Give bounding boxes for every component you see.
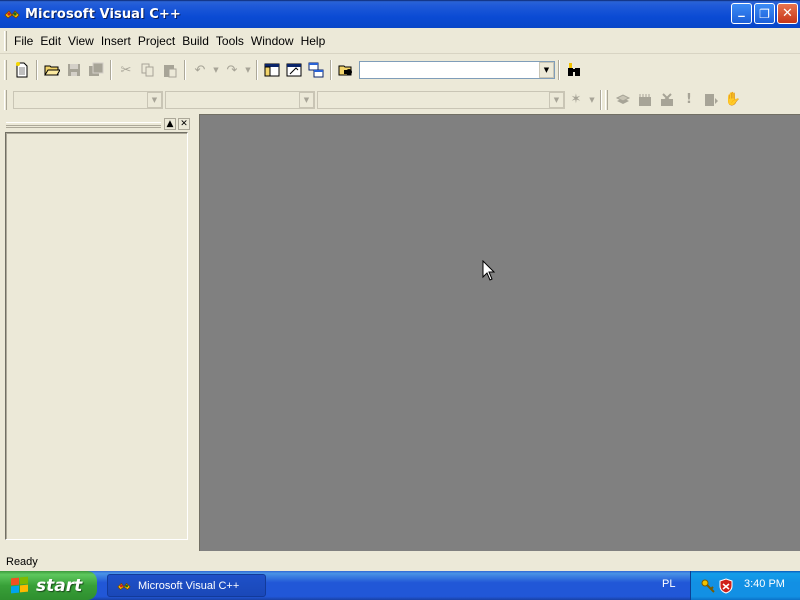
- menu-view[interactable]: View: [65, 34, 97, 48]
- find-combo-dropdown[interactable]: ▼: [539, 62, 554, 78]
- network-keys-icon[interactable]: [700, 578, 716, 594]
- visual-cpp-app-icon[interactable]: [4, 6, 20, 22]
- new-text-file-icon[interactable]: [11, 59, 33, 81]
- breakpoint-hand-icon[interactable]: ✋: [722, 89, 744, 111]
- title-bar[interactable]: Microsoft Visual C++ _ ❐ ✕: [0, 0, 800, 28]
- toolbar-separator: [330, 60, 332, 80]
- toolbar-separator: [256, 60, 258, 80]
- toolbar-separator: [110, 60, 112, 80]
- window-title: Microsoft Visual C++: [25, 6, 181, 22]
- menu-window[interactable]: Window: [248, 34, 297, 48]
- visual-cpp-app-icon: [116, 579, 132, 593]
- chevron-up-icon: ▲: [166, 118, 174, 129]
- paste-icon[interactable]: [159, 59, 181, 81]
- security-shield-icon[interactable]: [718, 578, 734, 594]
- toolbar-grip[interactable]: [4, 60, 7, 80]
- chevron-down-icon: ▼: [553, 95, 560, 104]
- cut-icon[interactable]: ✂: [115, 59, 137, 81]
- menu-bar: File Edit View Insert Project Build Tool…: [0, 28, 800, 54]
- wizard-wand-icon[interactable]: ✶: [565, 89, 587, 111]
- go-icon[interactable]: [700, 89, 722, 111]
- find-in-files-icon[interactable]: [335, 59, 357, 81]
- taskbar: start Microsoft Visual C++ PL 3:40 PM: [0, 571, 800, 600]
- status-text: Ready: [6, 556, 38, 568]
- workspace-pane-grip[interactable]: [6, 122, 161, 128]
- windows-flag-icon: [10, 576, 30, 595]
- save-all-icon[interactable]: [85, 59, 107, 81]
- start-label: start: [36, 575, 83, 596]
- language-indicator[interactable]: PL: [662, 578, 675, 590]
- restore-button[interactable]: ❐: [754, 3, 775, 24]
- minimize-button[interactable]: _: [731, 3, 752, 24]
- workspace-maximize-button[interactable]: ▲: [164, 118, 176, 130]
- toolbar-separator: [184, 60, 186, 80]
- menu-build[interactable]: Build: [179, 34, 212, 48]
- close-icon: ✕: [782, 6, 793, 21]
- window-list-icon[interactable]: [305, 59, 327, 81]
- execute-icon[interactable]: !: [678, 89, 700, 111]
- find-combo[interactable]: ▼: [359, 61, 555, 79]
- filter-combo[interactable]: ▼: [165, 90, 315, 109]
- find-binoculars-icon[interactable]: [563, 59, 585, 81]
- chevron-down-icon: ▼: [303, 95, 310, 104]
- class-combo-dropdown[interactable]: ▼: [147, 91, 162, 108]
- filter-combo-dropdown[interactable]: ▼: [299, 91, 314, 108]
- save-icon[interactable]: [63, 59, 85, 81]
- minimize-icon: _: [738, 3, 745, 18]
- standard-toolbar: ✂ ↶ ▼ ↷ ▼ ▼: [0, 55, 608, 85]
- chevron-down-icon: ▼: [543, 66, 550, 74]
- menu-tools[interactable]: Tools: [213, 34, 247, 48]
- close-icon: ✕: [180, 118, 188, 129]
- toolbar-separator: [36, 60, 38, 80]
- taskbar-item-visual-cpp[interactable]: Microsoft Visual C++: [107, 574, 266, 597]
- undo-icon[interactable]: ↶: [189, 59, 211, 81]
- menu-project[interactable]: Project: [135, 34, 178, 48]
- stop-build-icon[interactable]: [656, 89, 678, 111]
- chevron-down-icon: ▼: [151, 95, 158, 104]
- open-folder-icon[interactable]: [41, 59, 63, 81]
- menubar-grip[interactable]: [4, 30, 7, 51]
- member-combo[interactable]: ▼: [317, 90, 565, 109]
- compile-icon[interactable]: [612, 89, 634, 111]
- wizard-bar: ▼ ▼ ▼ ✶ ▼ ! ✋: [0, 86, 750, 113]
- clock[interactable]: 3:40 PM: [744, 578, 785, 590]
- status-bar: Ready: [0, 553, 800, 571]
- copy-icon[interactable]: [137, 59, 159, 81]
- mdi-workspace-area[interactable]: [199, 114, 800, 551]
- menu-help[interactable]: Help: [298, 34, 329, 48]
- start-button[interactable]: start: [0, 571, 97, 600]
- workspace-pane: ▲ ✕: [0, 114, 197, 551]
- member-combo-dropdown[interactable]: ▼: [549, 91, 564, 108]
- wizard-action-dropdown-icon[interactable]: ▼: [587, 89, 597, 111]
- close-button[interactable]: ✕: [777, 3, 798, 24]
- workspace-tree-area[interactable]: [5, 132, 188, 540]
- class-combo[interactable]: ▼: [13, 90, 163, 109]
- build-icon[interactable]: [634, 89, 656, 111]
- build-toolbar-grip[interactable]: [605, 89, 608, 110]
- toolbar-separator: [600, 89, 602, 110]
- redo-dropdown-icon[interactable]: ▼: [243, 59, 253, 81]
- toolbar-grip[interactable]: [4, 89, 7, 110]
- undo-dropdown-icon[interactable]: ▼: [211, 59, 221, 81]
- redo-icon[interactable]: ↷: [221, 59, 243, 81]
- taskbar-item-label: Microsoft Visual C++: [138, 579, 240, 592]
- restore-icon: ❐: [759, 6, 770, 21]
- menu-insert[interactable]: Insert: [98, 34, 134, 48]
- workspace-window-icon[interactable]: [261, 59, 283, 81]
- menu-edit[interactable]: Edit: [37, 34, 64, 48]
- workspace-close-button[interactable]: ✕: [178, 118, 190, 130]
- mouse-cursor-icon: [482, 260, 496, 281]
- system-tray: 3:40 PM: [690, 571, 800, 600]
- workspace-pane-header[interactable]: ▲ ✕: [4, 118, 190, 132]
- menu-file[interactable]: File: [11, 34, 36, 48]
- toolbar-separator: [558, 60, 560, 80]
- output-window-icon[interactable]: [283, 59, 305, 81]
